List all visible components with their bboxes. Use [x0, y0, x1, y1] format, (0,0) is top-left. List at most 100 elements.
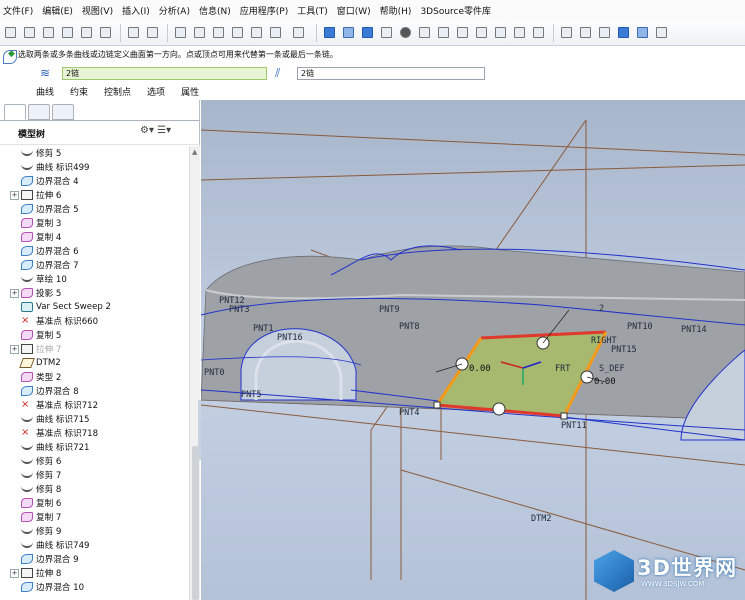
tree-item[interactable]: + 拉伸 8 [10, 566, 61, 580]
tree-item[interactable]: 修剪 7 [21, 468, 61, 482]
regenerate-icon[interactable] [248, 24, 265, 41]
tree-item[interactable]: 修剪 9 [21, 524, 61, 538]
expand-icon[interactable]: + [10, 344, 19, 354]
menu-edit[interactable]: 编辑(E) [42, 4, 73, 17]
menu-file[interactable]: 文件(F) [3, 4, 33, 17]
scrollbar-thumb[interactable] [192, 446, 199, 600]
tree-item[interactable]: 复制 5 [21, 328, 61, 342]
undo-icon[interactable] [125, 24, 142, 41]
tree-item[interactable]: 修剪 8 [21, 482, 61, 496]
scroll-up-icon[interactable]: ▲ [192, 148, 197, 156]
tree-item[interactable]: 边界混合 10 [21, 580, 84, 594]
tree-settings-icon[interactable]: ⚙▾ ☰▾ [140, 125, 171, 136]
tab-properties[interactable]: 属性 [181, 85, 199, 98]
first-direction-collector[interactable]: 2链 [62, 66, 267, 80]
tab-constraints[interactable]: 约束 [70, 85, 88, 98]
expand-icon[interactable]: + [10, 568, 19, 578]
second-direction-collector[interactable]: 2链 [297, 66, 485, 80]
spin-center-icon[interactable] [378, 24, 395, 41]
menu-window[interactable]: 窗口(W) [337, 4, 371, 17]
menu-3dsource[interactable]: 3DSource零件库 [420, 4, 491, 17]
paste-icon[interactable] [210, 24, 227, 41]
hidden-line-icon[interactable] [577, 24, 594, 41]
print-icon[interactable] [59, 24, 76, 41]
menu-help[interactable]: 帮助(H) [380, 4, 412, 17]
tree-item[interactable]: × 基准点 标识718 [21, 426, 98, 440]
tree-item[interactable]: + 拉伸 7 [10, 342, 61, 356]
tree-item[interactable]: 复制 7 [21, 510, 61, 524]
layers-icon[interactable] [511, 24, 528, 41]
shaded-icon[interactable] [615, 24, 632, 41]
view-orient-icon[interactable] [473, 24, 490, 41]
graphics-viewport[interactable]: PNT12 PNT3 PNT1 PNT16 PNT0 PNT5 PNT8 PNT… [201, 100, 745, 600]
reorient-icon[interactable] [340, 24, 357, 41]
folder-browser-tab[interactable] [28, 104, 50, 120]
tree-item[interactable]: 曲线 标识499 [21, 160, 90, 174]
more-display-icon[interactable] [653, 24, 670, 41]
redo-icon[interactable] [144, 24, 161, 41]
tree-item[interactable]: 曲线 标识715 [21, 412, 90, 426]
refit-icon[interactable] [454, 24, 471, 41]
expand-icon[interactable]: + [10, 288, 19, 298]
expand-icon[interactable]: + [10, 190, 19, 200]
tab-control-points[interactable]: 控制点 [104, 85, 131, 98]
paste-special-icon[interactable] [229, 24, 246, 41]
zoom-out-icon[interactable] [435, 24, 452, 41]
save-icon[interactable] [40, 24, 57, 41]
menu-tools[interactable]: 工具(T) [297, 4, 328, 17]
tree-item[interactable]: 边界混合 6 [21, 244, 79, 258]
enhanced-realism-icon[interactable] [634, 24, 651, 41]
menu-insert[interactable]: 插入(I) [122, 4, 150, 17]
tree-item[interactable]: × 基准点 标识712 [21, 398, 98, 412]
favorites-tab[interactable] [52, 104, 74, 120]
selection-filter-icon[interactable] [286, 24, 310, 41]
tree-item[interactable]: 复制 3 [21, 216, 61, 230]
tree-item[interactable]: 修剪 5 [21, 146, 61, 160]
find-icon[interactable] [267, 24, 284, 41]
zoom-in-icon[interactable] [416, 24, 433, 41]
tree-item[interactable]: + 拉伸 6 [10, 188, 61, 202]
tree-item[interactable]: 草绘 10 [21, 272, 67, 286]
dimension-value-left[interactable]: 0.00 [469, 364, 491, 374]
view-manager-icon[interactable] [530, 24, 547, 41]
menu-view[interactable]: 视图(V) [82, 4, 113, 17]
wireframe-icon[interactable] [558, 24, 575, 41]
tree-item[interactable]: 边界混合 4 [21, 174, 79, 188]
curve-tool-icon[interactable] [359, 24, 376, 41]
menu-applications[interactable]: 应用程序(P) [240, 4, 288, 17]
new-file-icon[interactable] [2, 24, 19, 41]
tree-item[interactable]: 边界混合 9 [21, 552, 79, 566]
copy-icon[interactable] [191, 24, 208, 41]
tree-item[interactable]: 曲线 标识749 [21, 538, 90, 552]
tree-item[interactable]: 边界混合 5 [21, 202, 79, 216]
sketch-icon[interactable] [321, 24, 338, 41]
extrude-feature-icon [21, 568, 33, 578]
saved-views-icon[interactable] [492, 24, 509, 41]
tree-item[interactable]: 修剪 6 [21, 454, 61, 468]
shading-icon[interactable] [397, 24, 414, 41]
mail-send-icon[interactable] [97, 24, 114, 41]
tree-item[interactable]: DTM2 [19, 356, 61, 370]
tree-item[interactable]: + 投影 5 [10, 286, 61, 300]
tree-item[interactable]: Var Sect Sweep 2 [21, 300, 111, 314]
cut-icon[interactable] [172, 24, 189, 41]
menu-analysis[interactable]: 分析(A) [159, 4, 190, 17]
tree-item[interactable]: 复制 4 [21, 230, 61, 244]
tree-item[interactable]: × 基准点 标识660 [21, 314, 98, 328]
tree-scrollbar[interactable]: ▲ [189, 146, 200, 600]
tree-item[interactable]: 类型 2 [21, 370, 61, 384]
dimension-value-right[interactable]: 0.00 [594, 377, 616, 387]
model-tree-tab[interactable] [4, 104, 26, 120]
no-hidden-icon[interactable] [596, 24, 613, 41]
tree-item[interactable]: 边界混合 8 [21, 384, 79, 398]
tree-item[interactable]: 边界混合 7 [21, 258, 79, 272]
tab-curves[interactable]: 曲线 [36, 85, 54, 98]
menu-info[interactable]: 信息(N) [199, 4, 231, 17]
point-label: PNT0 [204, 368, 225, 378]
tree-item[interactable]: 复制 6 [21, 496, 61, 510]
open-file-icon[interactable] [21, 24, 38, 41]
second-direction-icon: ⫽ [275, 66, 281, 80]
tree-item[interactable]: 曲线 标识721 [21, 440, 90, 454]
email-icon[interactable] [78, 24, 95, 41]
tab-options[interactable]: 选项 [147, 85, 165, 98]
